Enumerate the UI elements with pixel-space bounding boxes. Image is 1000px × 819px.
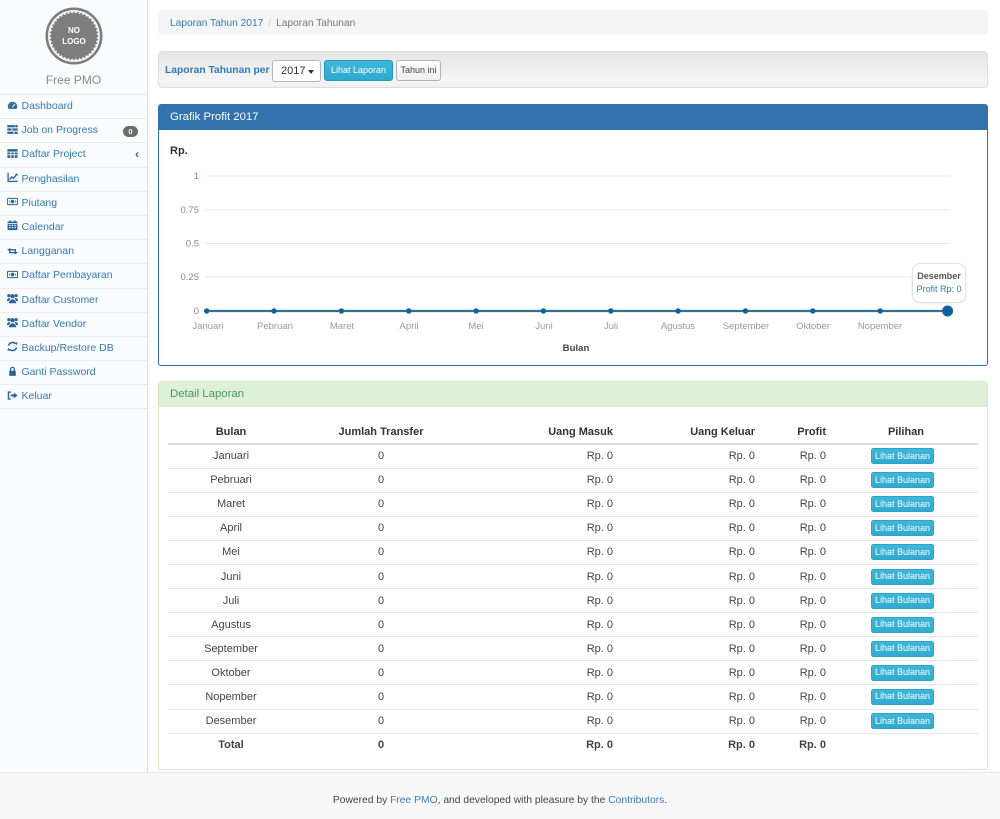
- svg-text:LOGO: LOGO: [62, 37, 86, 46]
- svg-text:Januari: Januari: [192, 321, 223, 332]
- svg-text:1: 1: [194, 171, 199, 182]
- svg-text:NO: NO: [68, 26, 80, 35]
- svg-text:April: April: [399, 321, 418, 332]
- svg-text:Maret: Maret: [330, 321, 355, 332]
- svg-text:Mei: Mei: [468, 321, 483, 332]
- svg-text:0.5: 0.5: [186, 238, 199, 249]
- svg-text:Rp.: Rp.: [170, 145, 188, 157]
- svg-text:0: 0: [194, 306, 199, 317]
- svg-text:Nopember: Nopember: [858, 321, 902, 332]
- svg-text:Bulan: Bulan: [563, 343, 590, 354]
- svg-text:September: September: [723, 321, 769, 332]
- svg-text:Oktober: Oktober: [796, 321, 830, 332]
- svg-text:Juni: Juni: [535, 321, 552, 332]
- svg-text:0.75: 0.75: [181, 205, 200, 216]
- svg-text:Pebruari: Pebruari: [257, 321, 293, 332]
- svg-text:Agustus: Agustus: [661, 321, 696, 332]
- svg-text:0.25: 0.25: [181, 272, 200, 283]
- svg-text:Juli: Juli: [604, 321, 618, 332]
